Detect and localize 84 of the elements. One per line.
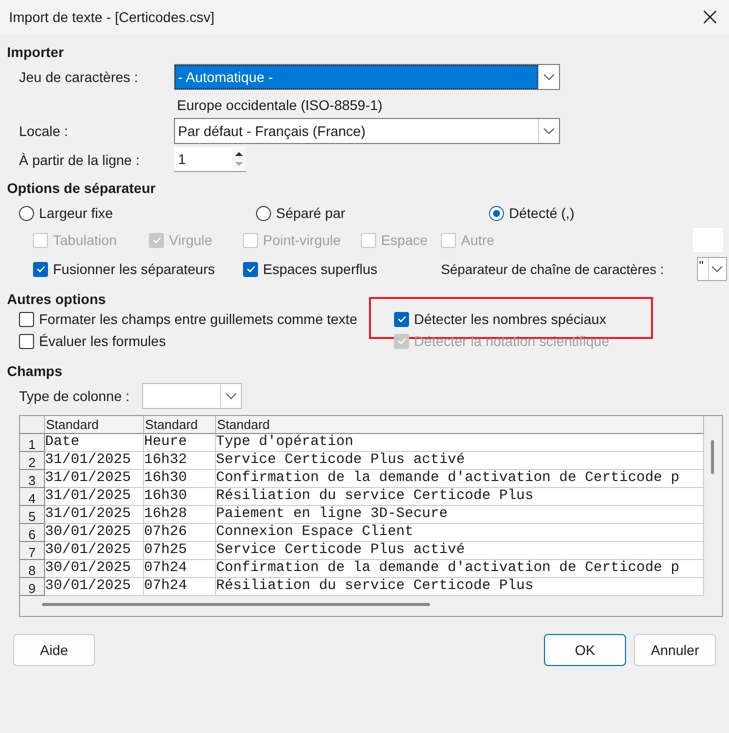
locale-dropdown[interactable]: Par défaut - Français (France) [174, 118, 560, 144]
table-cell: Service Certicode Plus activé [216, 452, 704, 470]
row-number: 3 [20, 470, 45, 488]
field-label: Jeu de caractères : [19, 69, 140, 85]
field-label: À partir de la ligne : [19, 152, 141, 168]
table-cell: Date [45, 434, 144, 452]
table-cell: 07h24 [144, 560, 216, 578]
checkbox[interactable]: Espaces superflus [243, 261, 441, 277]
table-cell: Service Certicode Plus activé [216, 542, 704, 560]
checkbox[interactable]: Détecter les nombres spéciaux [394, 311, 606, 327]
dialog-button[interactable]: OK [544, 634, 626, 666]
checkmark-icon [246, 265, 256, 273]
dialog-button[interactable]: Aide [13, 634, 95, 666]
row-number: 8 [20, 560, 45, 578]
table-cell: Résiliation du service Certicode Plus [216, 578, 704, 596]
checkmark-icon [152, 236, 162, 244]
table-cell: 30/01/2025 [45, 542, 144, 560]
row-spinner[interactable]: 1 [174, 147, 246, 172]
column-type-dropdown[interactable] [142, 383, 242, 409]
chevron-down-icon [711, 265, 724, 273]
checkbox: Tabulation [33, 232, 149, 248]
spinner-arrows-icon [232, 148, 246, 170]
table-cell: 31/01/2025 [45, 452, 144, 470]
table-cell: 07h24 [144, 578, 216, 596]
checkbox[interactable]: Évaluer les formules [19, 333, 166, 349]
chevron-down-icon [543, 127, 555, 135]
checkmark-icon [396, 337, 406, 345]
vertical-scrollbar[interactable] [711, 440, 714, 474]
row-number: 5 [20, 506, 45, 524]
table-cell: 07h26 [144, 524, 216, 542]
radio-button[interactable]: Détecté (,) [489, 205, 689, 221]
table-cell: Heure [144, 434, 216, 452]
checkbox: Virgule [149, 232, 243, 248]
table-cell: 16h28 [144, 506, 216, 524]
table-cell: Confirmation de la demande d'activation de Certicode p [216, 470, 704, 488]
table-cell: Type d'opération [216, 434, 704, 452]
table-cell: Confirmation de la demande d'activation de Certicode p [216, 560, 704, 578]
field-label: Type de colonne : [19, 388, 130, 404]
close-icon [703, 10, 717, 24]
field-label: Séparateur de chaîne de caractères : [441, 262, 665, 276]
charset-dropdown[interactable]: - Automatique - [174, 64, 560, 90]
table-cell: 31/01/2025 [45, 470, 144, 488]
row-number: 7 [20, 542, 45, 560]
field-label: Locale : [19, 123, 70, 139]
horizontal-scrollbar[interactable] [42, 603, 430, 606]
table-cell: Connexion Espace Client [216, 524, 704, 542]
checkbox[interactable]: Formater les champs entre guillemets comme texte [19, 311, 358, 327]
string-delimiter-dropdown[interactable]: " [697, 257, 727, 281]
table-cell: 31/01/2025 [45, 506, 144, 524]
column-header[interactable]: Standard [144, 416, 216, 434]
row-number: 4 [20, 488, 45, 506]
chevron-down-icon [224, 392, 237, 400]
section-heading: Options de séparateur [7, 180, 157, 196]
charset-description: Europe occidentale (ISO-8859-1) [176, 96, 384, 115]
row-number: 2 [20, 452, 45, 470]
column-header[interactable]: Standard [216, 416, 704, 434]
checkbox: Espace [361, 232, 441, 248]
window-title: Import de texte - [Certicodes.csv] [9, 9, 214, 25]
table-cell: 30/01/2025 [45, 578, 144, 596]
table-cell: 30/01/2025 [45, 560, 144, 578]
table-cell: 31/01/2025 [45, 488, 144, 506]
section-heading: Autres options [7, 291, 107, 307]
section-heading: Champs [7, 363, 64, 379]
column-header[interactable]: Standard [45, 416, 144, 434]
checkbox: Autre [441, 232, 693, 248]
chevron-down-icon [543, 73, 555, 81]
row-number: 1 [20, 434, 45, 452]
table-cell: Paiement en ligne 3D-Secure [216, 506, 704, 524]
radio-button[interactable]: Largeur fixe [19, 205, 256, 221]
table-cell: 07h25 [144, 542, 216, 560]
row-number: 9 [20, 578, 45, 596]
table-cell: 16h30 [144, 488, 216, 506]
checkmark-icon [36, 265, 46, 273]
table-cell: 16h30 [144, 470, 216, 488]
checkmark-icon [396, 315, 406, 323]
row-number: 6 [20, 524, 45, 542]
checkbox[interactable]: Fusionner les séparateurs [33, 261, 243, 277]
section-heading: Importer [7, 44, 65, 60]
table-cell: 16h32 [144, 452, 216, 470]
table-cell: 30/01/2025 [45, 524, 144, 542]
checkbox: Point-virgule [243, 232, 361, 248]
table-cell: Résiliation du service Certicode Plus [216, 488, 704, 506]
radio-button[interactable]: Séparé par [256, 205, 489, 221]
dialog-button[interactable]: Annuler [634, 634, 716, 666]
